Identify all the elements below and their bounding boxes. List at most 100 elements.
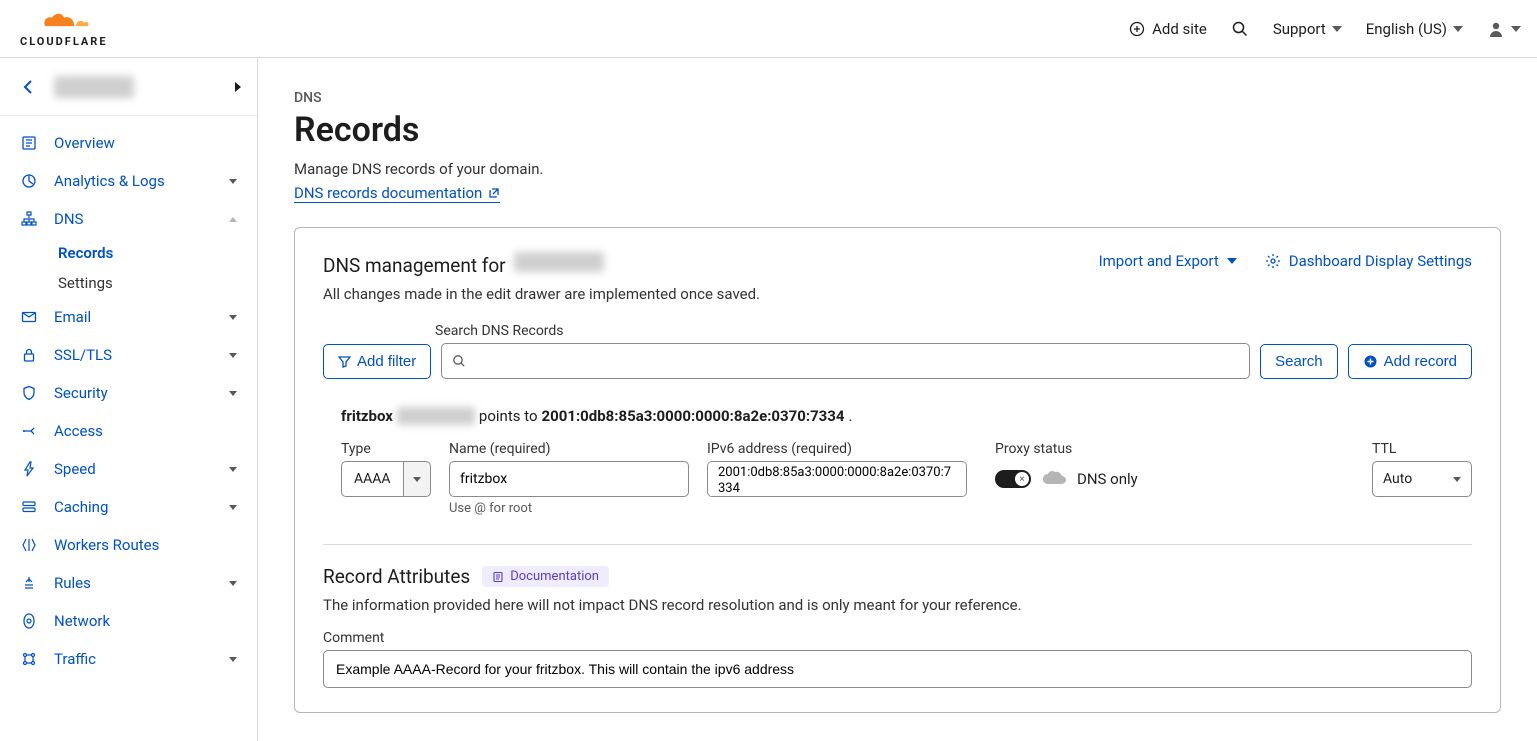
name-input[interactable] [449,461,689,497]
page-title: Records [294,110,1501,150]
user-icon [1487,20,1505,38]
caret-down-icon [229,467,237,472]
proxy-status-text: DNS only [1077,470,1138,488]
sidebar-item-dns[interactable]: DNS [0,200,257,238]
search-label: Search DNS Records [435,323,1472,339]
name-hint: Use @ for root [449,501,689,516]
caret-down-icon [1227,258,1237,264]
docs-link[interactable]: DNS records documentation [294,184,500,203]
sidebar-item-workers-routes[interactable]: Workers Routes [0,526,257,564]
lock-icon [20,346,38,364]
divider [323,544,1472,545]
caret-down-icon [1453,26,1463,32]
add-record-button[interactable]: Add record [1348,344,1472,379]
caret-down-icon [229,315,237,320]
type-label: Type [341,441,431,457]
search-icon [1231,20,1249,38]
bolt-icon [20,460,38,478]
search-button[interactable]: Search [1260,344,1338,379]
panel-title: DNS management for [323,252,760,277]
email-icon [20,308,38,326]
global-header: CLOUDFLARE Add site Support English (US) [0,0,1537,58]
search-icon [452,354,466,368]
sidebar-subitem-settings[interactable]: Settings [58,268,257,298]
add-site-label: Add site [1152,20,1207,38]
sidebar-item-ssl-tls[interactable]: SSL/TLS [0,336,257,374]
language-dropdown[interactable]: English (US) [1366,20,1463,38]
search-input-wrap[interactable] [441,343,1250,379]
back-arrow-icon[interactable] [20,78,38,96]
proxy-toggle[interactable] [995,470,1031,488]
dns-management-panel: DNS management for All changes made in t… [294,227,1501,713]
search-input[interactable] [466,353,1239,369]
domain-suffix-redacted [397,407,475,425]
caching-icon [20,498,38,516]
network-icon [20,612,38,630]
caret-down-icon [229,353,237,358]
globe-plus-icon [1128,20,1146,38]
sidebar-item-email[interactable]: Email [0,298,257,336]
record-summary: fritzbox points to 2001:0db8:85a3:0000:0… [323,407,1472,425]
caret-up-icon [229,217,237,222]
proxy-label: Proxy status [995,441,1138,457]
import-export-dropdown[interactable]: Import and Export [1099,252,1237,270]
ip-label: IPv6 address (required) [707,441,977,457]
support-dropdown[interactable]: Support [1273,20,1342,38]
plus-circle-icon [1363,354,1378,369]
sidebar-item-caching[interactable]: Caching [0,488,257,526]
name-label: Name (required) [449,441,689,457]
add-site-button[interactable]: Add site [1128,20,1207,38]
record-form: Type AAAA Name (required) Use @ for root… [323,441,1472,516]
sidebar-item-analytics[interactable]: Analytics & Logs [0,162,257,200]
ttl-label: TTL [1372,441,1472,457]
support-label: Support [1273,20,1326,38]
rules-icon [20,574,38,592]
external-link-icon [488,187,500,199]
shield-icon [20,384,38,402]
panel-subtitle: All changes made in the edit drawer are … [323,285,760,303]
caret-down-icon [229,505,237,510]
sidebar-item-access[interactable]: Access [0,412,257,450]
documentation-badge[interactable]: Documentation [482,566,609,587]
sidebar-item-rules[interactable]: Rules [0,564,257,602]
search-button[interactable] [1231,20,1249,38]
logo[interactable]: CLOUDFLARE [16,9,108,48]
filter-icon [338,355,351,368]
analytics-icon [20,172,38,190]
caret-down-icon [229,391,237,396]
display-settings-button[interactable]: Dashboard Display Settings [1265,252,1472,270]
language-label: English (US) [1366,20,1447,38]
site-name-redacted [54,76,134,98]
attributes-title: Record Attributes [323,565,470,588]
sidebar-item-network[interactable]: Network [0,602,257,640]
sidebar-subitem-records[interactable]: Records [58,238,257,268]
sidebar-item-overview[interactable]: Overview [0,124,257,162]
workers-icon [20,536,38,554]
sidebar-item-traffic[interactable]: Traffic [0,640,257,678]
add-filter-button[interactable]: Add filter [323,344,431,379]
cloudflare-logo-icon [38,9,90,33]
page-description: Manage DNS records of your domain. [294,160,1501,178]
caret-down-icon [229,581,237,586]
caret-down-icon [1453,477,1461,482]
dns-icon [20,210,38,228]
caret-down-icon [1511,26,1521,32]
cloud-off-icon [1041,470,1067,488]
ttl-select[interactable]: Auto [1372,461,1472,497]
sidebar-item-security[interactable]: Security [0,374,257,412]
caret-down-icon [229,179,237,184]
traffic-icon [20,650,38,668]
caret-down-icon [229,657,237,662]
site-breadcrumb[interactable] [0,58,257,116]
sidebar-item-speed[interactable]: Speed [0,450,257,488]
attributes-description: The information provided here will not i… [323,596,1472,614]
type-select[interactable]: AAAA [341,461,431,497]
domain-name-redacted [514,252,604,272]
user-menu[interactable] [1487,20,1521,38]
access-icon [20,422,38,440]
overview-icon [20,134,38,152]
ip-input[interactable]: 2001:0db8:85a3:0000:0000:8a2e:0370:7334 [707,461,967,497]
caret-down-icon [1332,26,1342,32]
doc-icon [492,571,504,583]
comment-input[interactable] [323,650,1472,688]
